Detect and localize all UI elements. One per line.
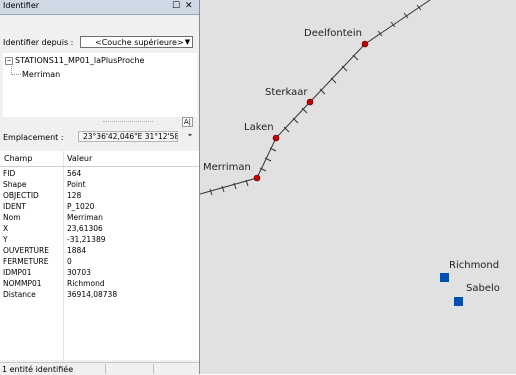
- field-name: X: [3, 224, 9, 233]
- point-label: Richmond: [449, 260, 500, 271]
- field-name: IDENT: [3, 202, 26, 211]
- close-button[interactable]: ✕: [185, 1, 193, 12]
- station-label: Laken: [244, 122, 274, 133]
- panel-title: Identifier: [3, 1, 40, 10]
- column-header-value[interactable]: Valeur: [67, 154, 92, 163]
- chevron-down-icon[interactable]: ▼: [183, 37, 192, 47]
- field-value: -31,21389: [67, 235, 106, 244]
- tree-layer-node[interactable]: − STATIONS11_MP01_laPlusProche: [5, 56, 144, 65]
- station-marker-merriman: [253, 174, 261, 182]
- table-row[interactable]: Shape Point: [0, 180, 199, 190]
- table-row[interactable]: Y -31,21389: [0, 235, 199, 245]
- field-name: Shape: [3, 180, 27, 189]
- table-header: Champ Valeur: [0, 151, 199, 167]
- field-name: FID: [3, 169, 16, 178]
- attribute-table: Champ Valeur FID 564 Shape Point OBJECTID 1…: [0, 151, 199, 360]
- status-divider: [105, 364, 106, 374]
- table-row[interactable]: Distance 36914,08738: [0, 290, 199, 300]
- field-value: P_1020: [67, 202, 95, 211]
- tree-layer-label: STATIONS11_MP01_laPlusProche: [15, 56, 145, 65]
- field-value: 30703: [67, 268, 91, 277]
- location-label: Emplacement :: [3, 133, 64, 142]
- identify-from-label: Identifier depuis :: [3, 38, 74, 47]
- table-row[interactable]: FID 564: [0, 169, 199, 179]
- tree-feature-node[interactable]: Merriman: [22, 70, 60, 79]
- station-label: Deelfontein: [304, 28, 362, 39]
- status-bar: 1 entité identifiée: [0, 362, 199, 375]
- station-label: Merriman: [203, 162, 251, 173]
- restore-button[interactable]: ☐: [172, 1, 180, 12]
- identify-from-value: <Couche supérieure>: [95, 38, 184, 47]
- field-name: OUVERTURE: [3, 246, 49, 255]
- table-row[interactable]: IDENT P_1020: [0, 202, 199, 212]
- identify-from-select[interactable]: <Couche supérieure> ▼: [80, 36, 193, 48]
- splitter-grip[interactable]: [103, 121, 153, 123]
- map-canvas[interactable]: [200, 0, 516, 374]
- field-name: OBJECTID: [3, 191, 39, 200]
- field-value: 564: [67, 169, 82, 178]
- field-name: NOMMP01: [3, 279, 42, 288]
- field-value: 23,61306: [67, 224, 103, 233]
- tree-feature-label: Merriman: [22, 70, 61, 79]
- table-row[interactable]: IDMP01 30703: [0, 268, 199, 278]
- point-marker-richmond: [440, 273, 449, 282]
- location-field[interactable]: 23°36'42,046"E 31°12'58: [78, 131, 178, 142]
- tree-connector: [11, 64, 21, 75]
- table-row[interactable]: NOMMP01 Richmond: [0, 279, 199, 289]
- field-name: FERMETURE: [3, 257, 49, 266]
- station-marker-laken: [272, 134, 280, 142]
- panel-titlebar[interactable]: Identifier ☐ ✕: [0, 0, 199, 15]
- table-row[interactable]: Nom Merriman: [0, 213, 199, 223]
- status-divider: [153, 364, 154, 374]
- table-row[interactable]: OUVERTURE 1884: [0, 246, 199, 256]
- table-row[interactable]: FERMETURE 0: [0, 257, 199, 267]
- table-row[interactable]: X 23,61306: [0, 224, 199, 234]
- station-marker-sterkaar: [306, 98, 314, 106]
- map-view[interactable]: Deelfontein Sterkaar Laken Merriman Rich…: [200, 0, 516, 374]
- column-header-field[interactable]: Champ: [4, 154, 32, 163]
- field-name: Nom: [3, 213, 21, 222]
- field-value: Richmond: [67, 279, 105, 288]
- point-marker-sabelo: [454, 297, 463, 306]
- field-name: IDMP01: [3, 268, 32, 277]
- field-name: Y: [3, 235, 8, 244]
- field-value: 128: [67, 191, 82, 200]
- status-text: 1 entité identifiée: [2, 365, 74, 374]
- station-label: Sterkaar: [265, 87, 308, 98]
- sort-icon[interactable]: A|: [181, 117, 193, 127]
- results-tree: − STATIONS11_MP01_laPlusProche Merriman: [3, 53, 197, 117]
- station-marker-deelfontein: [361, 40, 369, 48]
- identify-panel: Identifier ☐ ✕ Identifier depuis : <Couc…: [0, 0, 200, 375]
- pin-icon[interactable]: ⌖: [188, 131, 192, 140]
- field-value: 1884: [67, 246, 87, 255]
- field-name: Distance: [3, 290, 36, 299]
- pane-splitter[interactable]: A|: [3, 117, 197, 127]
- field-value: Point: [67, 180, 86, 189]
- field-value: 0: [67, 257, 72, 266]
- field-value: 36914,08738: [67, 290, 118, 299]
- table-row[interactable]: OBJECTID 128: [0, 191, 199, 201]
- location-row: Emplacement : 23°36'42,046"E 31°12'58 ⌖: [0, 130, 199, 144]
- field-value: Merriman: [67, 213, 103, 222]
- point-label: Sabelo: [466, 283, 500, 294]
